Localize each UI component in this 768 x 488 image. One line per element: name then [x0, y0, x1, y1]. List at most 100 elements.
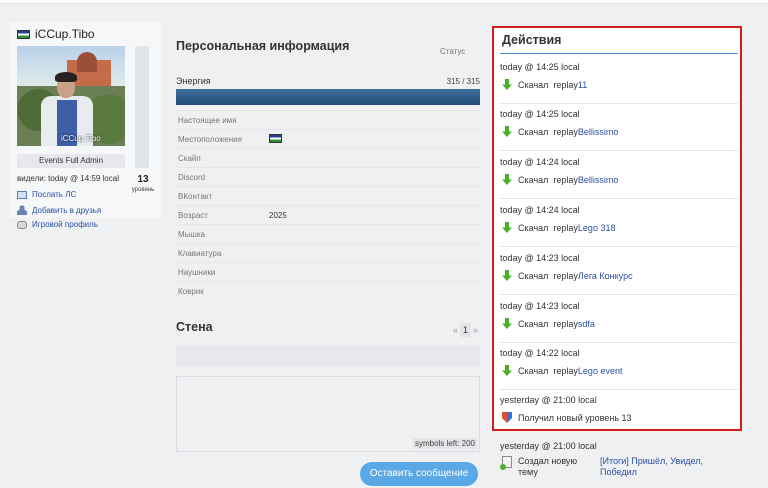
replay-link[interactable]: Lego 318 [578, 223, 616, 233]
action-time: today @ 14:24 local [500, 205, 580, 215]
action-item: today @ 14:23 local Скачал replay sdfa [500, 296, 738, 343]
info-row-location: Местоположение [176, 129, 480, 148]
gamepad-icon [17, 220, 27, 229]
info-row-vk: ВКонтакт [176, 186, 480, 205]
pager-next[interactable]: » [473, 325, 478, 335]
game-profile-label: Игровой профиль [32, 220, 98, 229]
action-text: Получил новый уровень 13 [502, 412, 632, 423]
action-verb: Скачал [518, 174, 549, 185]
symbols-left-counter: symbols left: 200 [412, 438, 477, 449]
replay-link[interactable]: 11 [578, 80, 587, 90]
new-topic-verb: Создал новую тему [518, 456, 600, 478]
level-label: уровень [131, 187, 155, 193]
action-time: today @ 14:24 local [500, 157, 580, 167]
info-label: Мышка [178, 230, 205, 239]
location-flag-icon [269, 134, 282, 145]
replay-link[interactable]: Bellissimo [578, 175, 619, 185]
info-label: Возраст [178, 211, 208, 220]
action-verb: Скачал [518, 365, 549, 376]
info-label: Клавиатура [178, 249, 222, 258]
topic-link-line2: Победил [600, 467, 637, 477]
top-border [0, 0, 768, 4]
download-arrow-icon [502, 126, 512, 137]
replay-link[interactable]: Bellissimo [578, 127, 619, 137]
action-prefix: replay [553, 365, 578, 376]
action-prefix: replay [553, 270, 578, 281]
avatar-person-hair [55, 72, 77, 82]
action-time: yesterday @ 21:00 local [500, 395, 597, 405]
download-arrow-icon [502, 222, 512, 233]
action-text: Скачал replay Lego 318 [502, 222, 615, 233]
info-row-real-name: Настоящее имя [176, 110, 480, 129]
actions-title-underline [500, 53, 738, 54]
topic-link[interactable]: [Итоги] Пришёл, Увидел, Победил [600, 456, 703, 478]
download-arrow-icon [502, 270, 512, 281]
energy-bar-fill [176, 89, 480, 105]
action-text: Скачал replay Bellissimo [502, 126, 618, 137]
action-time: today @ 14:25 local [500, 109, 580, 119]
action-text: Скачал replay Bellissimo [502, 174, 618, 185]
action-item: today @ 14:24 local Скачал replay Belliss… [500, 152, 738, 199]
action-verb: Скачал [518, 270, 549, 281]
profile-header: iCCup.Tibo [17, 27, 95, 41]
action-text: Скачал replay 11 [502, 79, 587, 90]
action-verb: Скачал [518, 79, 549, 90]
action-item: today @ 14:25 local Скачал replay 11 [500, 57, 738, 104]
info-label: Discord [178, 173, 206, 182]
energy-bar [176, 89, 480, 105]
level-number: 13 [137, 174, 149, 185]
pager-prev[interactable]: « [453, 325, 458, 335]
action-item-level-up: yesterday @ 21:00 local Получил новый ур… [500, 390, 738, 437]
pager-current-page[interactable]: 1 [460, 323, 472, 337]
action-item: today @ 14:23 local Скачал replay Лега Ко… [500, 248, 738, 295]
action-verb: Скачал [518, 222, 549, 233]
action-prefix: replay [553, 126, 578, 137]
actions-panel: Действия today @ 14:25 local Скачал repl… [492, 26, 742, 431]
send-pm-label: Послать ЛС [32, 190, 77, 199]
download-arrow-icon [502, 365, 512, 376]
avatar[interactable]: iCCup.Tibo [17, 46, 125, 146]
wall-subject-input[interactable] [176, 345, 480, 367]
info-row-skype: Скайп [176, 148, 480, 167]
avatar-tower [77, 52, 97, 72]
info-label: Коврик [178, 287, 204, 296]
info-label: ВКонтакт [178, 192, 213, 201]
user-add-icon [17, 205, 27, 215]
actions-title: Действия [502, 33, 562, 47]
level-shield-icon [502, 412, 512, 423]
wall-pager: « 1 » [453, 323, 478, 337]
replay-link[interactable]: Лега Конкурс [578, 271, 633, 281]
replay-link[interactable]: sdfa [578, 319, 595, 329]
info-label: Наушники [178, 268, 216, 277]
game-profile-link[interactable]: Игровой профиль [17, 220, 98, 229]
send-pm-link[interactable]: Послать ЛС [17, 190, 76, 199]
action-time: yesterday @ 21:00 local [500, 441, 597, 451]
status-label: Статус [440, 47, 466, 56]
replay-link[interactable]: Lego event [578, 366, 623, 376]
info-row-headphones: Наушники [176, 262, 480, 281]
level-progress-bar [135, 46, 149, 168]
action-time: today @ 14:23 local [500, 253, 580, 263]
info-label: Настоящее имя [178, 116, 237, 125]
action-prefix: replay [553, 79, 578, 90]
topic-link-line1: [Итоги] Пришёл, Увидел, [600, 456, 704, 466]
action-text: Скачал replay Lego event [502, 365, 622, 376]
info-row-mouse: Мышка [176, 224, 480, 243]
mail-icon [17, 190, 27, 199]
add-friend-link[interactable]: Добавить в друзья [17, 205, 101, 215]
role-badge: Events Full Admin [17, 154, 125, 168]
add-friend-label: Добавить в друзья [32, 205, 102, 215]
energy-label: Энергия [176, 76, 211, 86]
avatar-caption: iCCup.Tibo [61, 134, 101, 143]
info-row-age: Возраст 2025 [176, 205, 480, 224]
action-text: Создал новую тему [Итоги] Пришёл, Увидел,… [500, 456, 703, 478]
info-row-discord: Discord [176, 167, 480, 186]
level-up-text: Получил новый уровень 13 [518, 412, 632, 423]
action-item: today @ 14:25 local Скачал replay Belliss… [500, 104, 738, 151]
new-topic-verb-line1: Создал новую [518, 456, 578, 466]
new-topic-icon [500, 456, 512, 470]
download-arrow-icon [502, 174, 512, 185]
new-topic-verb-line2: тему [518, 467, 538, 477]
send-message-button[interactable]: Оставить сообщение [360, 462, 478, 486]
wall-message-textarea[interactable]: symbols left: 200 [176, 376, 480, 452]
